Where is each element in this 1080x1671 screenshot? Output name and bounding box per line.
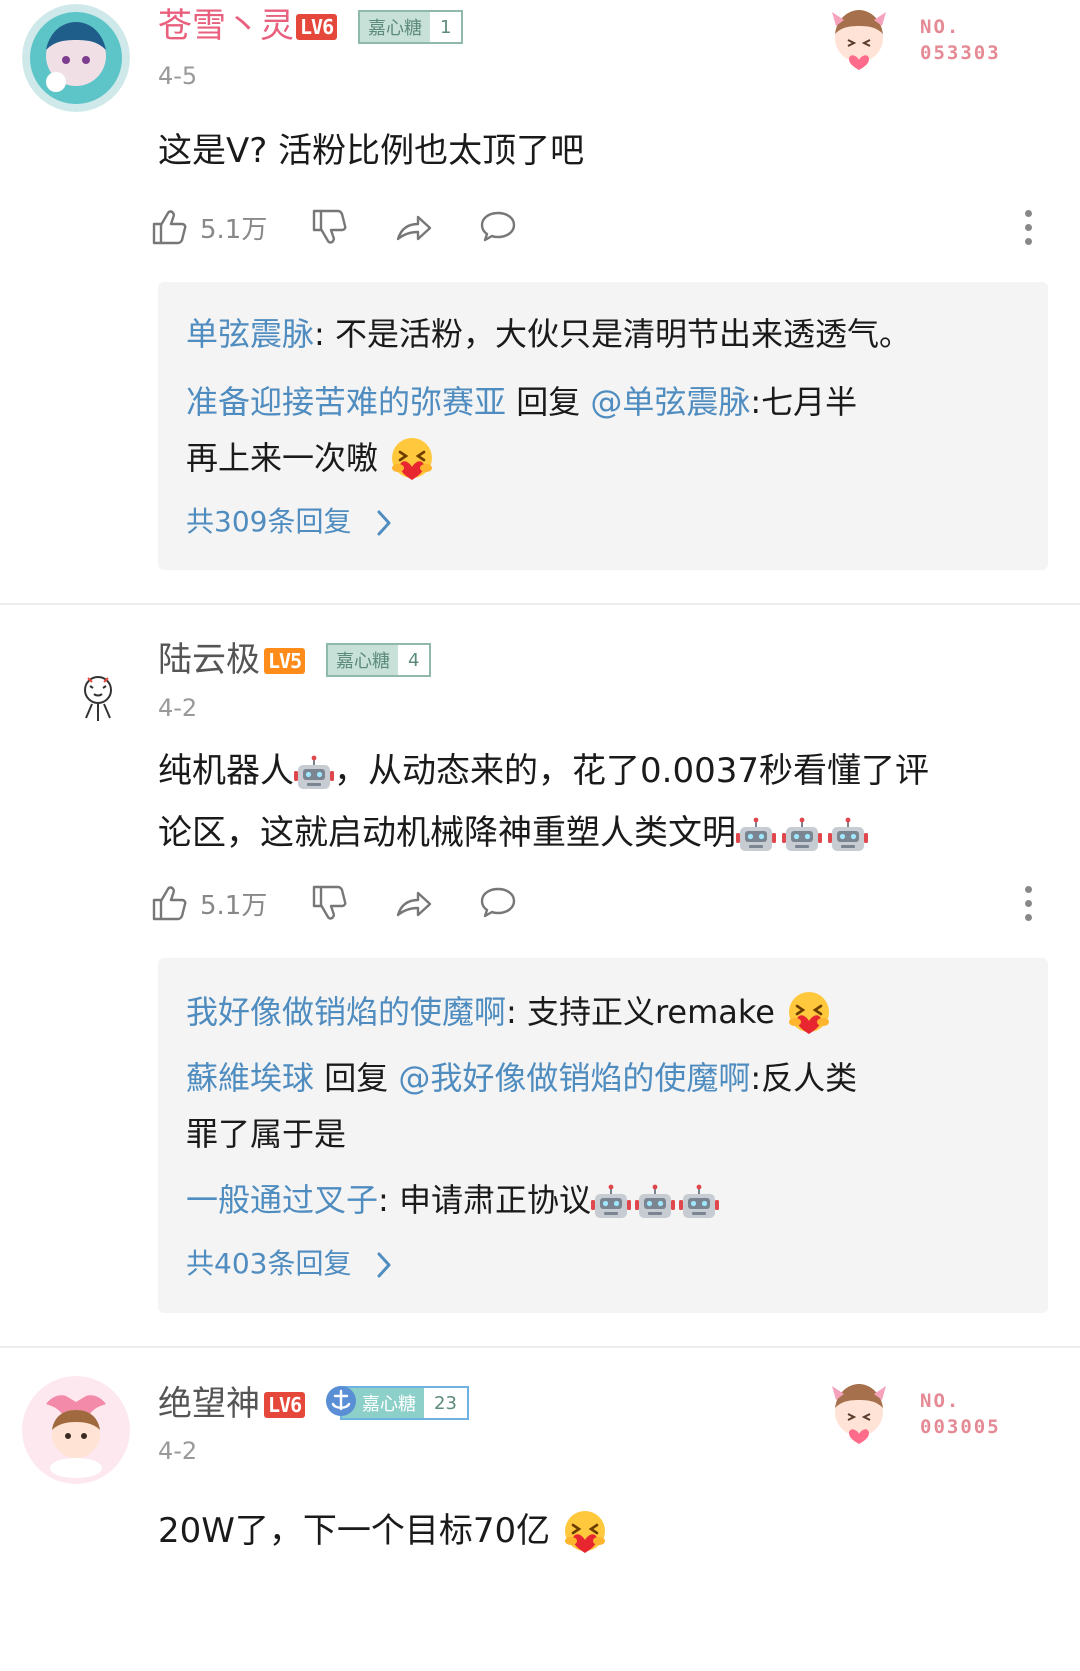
more-icon[interactable] <box>1018 880 1038 926</box>
level-badge: LV6 <box>296 14 338 40</box>
reply-line: 一般通过叉子: 申请肃正协议 <box>186 1172 1026 1228</box>
fan-number-card: NO. 053303 <box>824 4 999 74</box>
share-icon <box>394 883 434 923</box>
reply-text: : 申请肃正协议 <box>378 1181 591 1219</box>
reply-preview-box: 我好像做销焰的使魔啊: 支持正义remake 蘇維埃球 回复 @我好像做销焰的使… <box>158 958 1048 1313</box>
robot-emoji <box>782 815 822 855</box>
dislike-icon <box>310 883 350 923</box>
avatar[interactable] <box>22 4 130 112</box>
comment-text: 纯机器人 ，从动态来的，花了0.0037秒看懂了评 论区，这就启动机械降神重塑人类… <box>158 740 1038 864</box>
reply-word: 回复 <box>324 1059 389 1097</box>
medal-level: 1 <box>430 12 462 42</box>
avatar[interactable] <box>22 1376 130 1484</box>
username[interactable]: 苍雪丶灵 <box>158 6 294 46</box>
comment-divider <box>0 1346 1080 1348</box>
reply-mention[interactable]: @我好像做销焰的使魔啊 <box>398 1059 750 1097</box>
more-replies-label: 共309条回复 <box>186 505 352 538</box>
fan-no-value: 053303 <box>920 42 1001 64</box>
reply-username[interactable]: 蘇維埃球 <box>186 1059 314 1097</box>
reply-mention[interactable]: @单弦震脉 <box>590 383 750 421</box>
robot-emoji <box>679 1182 719 1222</box>
fan-medal[interactable]: 嘉心糖 4 <box>326 643 432 677</box>
fan-number-card: NO. 003005 <box>824 1378 999 1448</box>
chevron-right-icon <box>374 508 394 538</box>
fan-no-value: 003005 <box>920 1416 1001 1438</box>
comment-text-part: 论区，这就启动机械降神重塑人类文明 <box>158 813 736 853</box>
more-replies-label: 共403条回复 <box>186 1247 352 1280</box>
username[interactable]: 绝望神 <box>158 1384 260 1424</box>
heart-hug-emoji <box>388 436 436 484</box>
comment-actions: 5.1万 <box>158 204 1038 250</box>
fan-medal[interactable]: 嘉心糖 23 <box>326 1386 469 1420</box>
username[interactable]: 陆云极 <box>158 640 260 680</box>
medal-name: 嘉心糖 <box>360 12 430 42</box>
reply-text: : 支持正义remake <box>506 993 775 1031</box>
reply-text: :反人类 <box>750 1059 858 1097</box>
robot-emoji <box>828 815 868 855</box>
comment-date: 4-5 <box>158 62 198 90</box>
share-button[interactable] <box>394 204 434 250</box>
reply-button[interactable] <box>478 204 518 250</box>
comment-date: 4-2 <box>158 694 198 722</box>
robot-emoji <box>736 815 776 855</box>
comment-actions: 5.1万 <box>158 880 1038 926</box>
reply-text: :七月半 <box>750 383 858 421</box>
reply-username[interactable]: 准备迎接苦难的弥赛亚 <box>186 383 506 421</box>
reply-word: 回复 <box>516 383 581 421</box>
chevron-right-icon <box>374 1250 394 1280</box>
reply-preview-box: 单弦震脉: 不是活粉，大伙只是清明节出来透透气。 准备迎接苦难的弥赛亚 回复 @… <box>158 282 1048 570</box>
like-button[interactable]: 5.1万 <box>150 880 267 926</box>
heart-hug-emoji <box>561 1509 609 1557</box>
reply-line: 蘇維埃球 回复 @我好像做销焰的使魔啊:反人类 罪了属于是 <box>186 1050 1026 1162</box>
like-count: 5.1万 <box>200 214 268 245</box>
like-icon <box>150 883 190 923</box>
fan-mascot-icon <box>824 4 894 74</box>
fan-no-label: NO. <box>920 1390 961 1412</box>
level-badge: LV5 <box>264 648 306 674</box>
reply-username[interactable]: 单弦震脉 <box>186 315 314 353</box>
view-all-replies-link[interactable]: 共309条回复 <box>186 500 394 540</box>
comment-date: 4-2 <box>158 1437 198 1465</box>
reply-username[interactable]: 我好像做销焰的使魔啊 <box>186 993 506 1031</box>
reply-button[interactable] <box>478 880 518 926</box>
reply-line: 准备迎接苦难的弥赛亚 回复 @单弦震脉:七月半 再上来一次嗷 <box>186 374 1026 486</box>
reply-line: 单弦震脉: 不是活粉，大伙只是清明节出来透透气。 <box>186 306 1026 362</box>
avatar[interactable] <box>22 634 130 742</box>
comment-divider <box>0 603 1080 605</box>
dislike-button[interactable] <box>310 204 350 250</box>
reply-text: : 不是活粉，大伙只是清明节出来透透气。 <box>314 315 911 353</box>
view-all-replies-link[interactable]: 共403条回复 <box>186 1242 394 1282</box>
comment-text-part: 20W了，下一个目标70亿 <box>158 1511 551 1551</box>
reply-icon <box>478 207 518 247</box>
like-icon <box>150 207 190 247</box>
robot-emoji <box>591 1182 631 1222</box>
more-icon[interactable] <box>1018 204 1038 250</box>
reply-text-cont: 再上来一次嗷 <box>186 439 379 477</box>
medal-level: 23 <box>424 1388 467 1418</box>
robot-emoji <box>294 753 334 793</box>
robot-emoji <box>635 1182 675 1222</box>
fan-mascot-icon <box>824 1378 894 1448</box>
reply-line: 我好像做销焰的使魔啊: 支持正义remake <box>186 984 1026 1040</box>
share-button[interactable] <box>394 880 434 926</box>
reply-text-cont: 罪了属于是 <box>186 1115 347 1153</box>
fan-no-label: NO. <box>920 16 961 38</box>
reply-icon <box>478 883 518 923</box>
reply-username[interactable]: 一般通过叉子 <box>186 1181 378 1219</box>
share-icon <box>394 207 434 247</box>
medal-level: 4 <box>398 645 430 675</box>
fan-medal[interactable]: 嘉心糖 1 <box>358 10 464 44</box>
level-badge: LV6 <box>264 1392 306 1418</box>
dislike-button[interactable] <box>310 880 350 926</box>
dislike-icon <box>310 207 350 247</box>
medal-name: 嘉心糖 <box>328 645 398 675</box>
comment-text-part: 纯机器人 <box>158 751 294 791</box>
like-count: 5.1万 <box>200 890 268 921</box>
comment-text: 20W了，下一个目标70亿 <box>158 1500 1038 1562</box>
captain-anchor-icon <box>326 1386 356 1416</box>
like-button[interactable]: 5.1万 <box>150 204 267 250</box>
heart-hug-emoji <box>785 990 833 1038</box>
comment-text: 这是V? 活粉比例也太顶了吧 <box>158 131 585 171</box>
comment-text-part: ，从动态来的，花了0.0037秒看懂了评 <box>334 751 929 791</box>
